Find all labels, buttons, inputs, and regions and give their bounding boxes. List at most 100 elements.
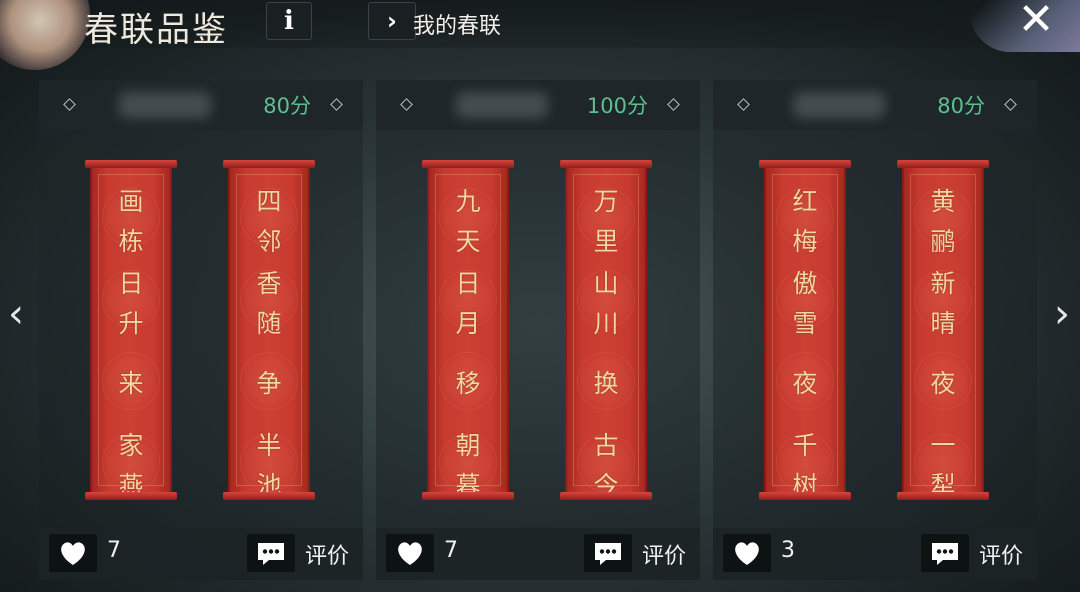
couplet-character: 千 <box>792 431 818 460</box>
author-name-blurred <box>119 92 211 118</box>
couplet-character: 邻 <box>256 227 282 256</box>
couplet-character: 山 <box>593 269 619 298</box>
couplet-character: 换 <box>593 369 619 398</box>
couplet-character: 夜 <box>792 369 818 398</box>
scroll-paper: 红梅傲雪夜千树 <box>764 168 846 500</box>
couplet-card: 80分 画栋日升来家燕 四邻香随争半池 7 评价 <box>39 80 363 580</box>
scroll-rod <box>422 160 514 168</box>
scroll-rod <box>759 492 851 500</box>
couplet-character: 四 <box>256 187 282 216</box>
comment-icon <box>595 543 621 565</box>
like-button[interactable] <box>49 534 97 572</box>
couplet-character: 栋 <box>118 227 144 256</box>
couplet-character: 升 <box>118 309 144 338</box>
like-count: 7 <box>107 538 121 563</box>
chevron-right-icon: › <box>387 7 397 35</box>
diamond-icon <box>667 98 680 111</box>
heart-icon <box>735 542 759 565</box>
couplet-scroll-right[interactable]: 黄鹂新晴夜一犁 <box>897 160 989 500</box>
my-couplets-label[interactable]: 我的春联 <box>413 8 501 40</box>
couplet-character: 红 <box>792 187 818 216</box>
card-footer: 7 评价 <box>39 528 363 580</box>
comment-icon <box>258 543 284 565</box>
author-name-blurred <box>456 92 548 118</box>
comment-button[interactable] <box>921 534 969 572</box>
couplet-character: 随 <box>256 309 282 338</box>
couplet-character: 古 <box>593 431 619 460</box>
chevron-left-icon: ‹ <box>8 291 24 337</box>
couplet-character: 画 <box>118 187 144 216</box>
scroll-rod <box>897 492 989 500</box>
couplet-scroll-right[interactable]: 四邻香随争半池 <box>223 160 315 500</box>
couplet-character: 夜 <box>930 369 956 398</box>
couplet-character: 移 <box>455 369 481 398</box>
comment-label[interactable]: 评价 <box>979 538 1023 570</box>
card-header: 100分 <box>376 80 700 130</box>
scroll-paper: 黄鹂新晴夜一犁 <box>902 168 984 500</box>
couplet-scroll-left[interactable]: 画栋日升来家燕 <box>85 160 177 500</box>
diamond-icon <box>63 98 76 111</box>
scroll-paper: 四邻香随争半池 <box>228 168 310 500</box>
author-name-blurred <box>793 92 885 118</box>
card-footer: 7 评价 <box>376 528 700 580</box>
info-button[interactable]: i <box>266 2 312 40</box>
couplet-scroll-right[interactable]: 万里山川换古今 <box>560 160 652 500</box>
comment-button[interactable] <box>584 534 632 572</box>
page-title: 春联品鉴 <box>84 10 228 50</box>
like-count: 3 <box>781 538 795 563</box>
diamond-icon <box>737 98 750 111</box>
close-button[interactable]: ✕ <box>1012 0 1060 44</box>
card-header: 80分 <box>39 80 363 130</box>
chevron-right-icon: › <box>1054 291 1070 337</box>
my-couplets-button[interactable]: › <box>368 2 416 40</box>
couplet-scroll-left[interactable]: 红梅傲雪夜千树 <box>759 160 851 500</box>
couplet-character: 月 <box>455 309 481 338</box>
scroll-paper: 九天日月移朝暮 <box>427 168 509 500</box>
couplet-character: 一 <box>930 431 956 460</box>
couplet-character: 争 <box>256 369 282 398</box>
info-icon: i <box>284 6 294 36</box>
couplet-character: 雪 <box>792 309 818 338</box>
couplet-character: 傲 <box>792 269 818 298</box>
couplet-character: 天 <box>455 227 481 256</box>
score-label: 80分 <box>263 94 311 118</box>
scroll-paper: 万里山川换古今 <box>565 168 647 500</box>
couplet-character: 来 <box>118 369 144 398</box>
comment-label[interactable]: 评价 <box>305 538 349 570</box>
couplet-character: 新 <box>930 269 956 298</box>
like-button[interactable] <box>386 534 434 572</box>
couplet-character: 日 <box>455 269 481 298</box>
couplet-character: 万 <box>593 187 619 216</box>
couplet-character: 香 <box>256 269 282 298</box>
diamond-icon <box>1004 98 1017 111</box>
moon-decoration <box>0 0 90 70</box>
like-button[interactable] <box>723 534 771 572</box>
couplet-card: 80分 红梅傲雪夜千树 黄鹂新晴夜一犁 3 评价 <box>713 80 1037 580</box>
scroll-rod <box>422 492 514 500</box>
couplet-character: 黄 <box>930 187 956 216</box>
comment-button[interactable] <box>247 534 295 572</box>
next-page-button[interactable]: › <box>1050 292 1074 338</box>
scroll-rod <box>85 160 177 168</box>
couplet-character: 九 <box>455 187 481 216</box>
couplet-character: 里 <box>593 227 619 256</box>
couplet-character: 梅 <box>792 227 818 256</box>
card-footer: 3 评价 <box>713 528 1037 580</box>
scroll-rod <box>85 492 177 500</box>
close-icon: ✕ <box>1017 0 1055 45</box>
heart-icon <box>61 542 85 565</box>
couplet-character: 川 <box>593 309 619 338</box>
scroll-rod <box>759 160 851 168</box>
card-header: 80分 <box>713 80 1037 130</box>
couplet-character: 鹂 <box>930 227 956 256</box>
prev-page-button[interactable]: ‹ <box>4 292 28 338</box>
diamond-icon <box>330 98 343 111</box>
scroll-rod <box>897 160 989 168</box>
couplet-character: 日 <box>118 269 144 298</box>
scroll-paper: 画栋日升来家燕 <box>90 168 172 500</box>
scroll-rod <box>223 492 315 500</box>
couplet-scroll-left[interactable]: 九天日月移朝暮 <box>422 160 514 500</box>
couplet-card: 100分 九天日月移朝暮 万里山川换古今 7 评价 <box>376 80 700 580</box>
comment-label[interactable]: 评价 <box>642 538 686 570</box>
scroll-rod <box>560 492 652 500</box>
